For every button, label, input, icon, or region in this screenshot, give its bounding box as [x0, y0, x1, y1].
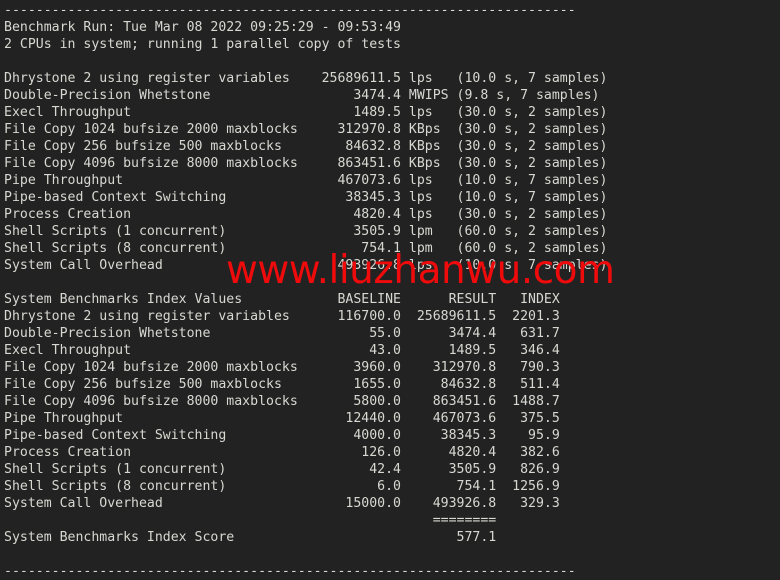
benchmark-result-row: Shell Scripts (1 concurrent) 3505.9 lpm … — [4, 224, 608, 239]
terminal-output: ----------------------------------------… — [0, 0, 780, 579]
benchmark-run-line: Benchmark Run: Tue Mar 08 2022 09:25:29 … — [4, 20, 401, 35]
benchmark-result-row: System Call Overhead 493926.8 lps (10.0 … — [4, 258, 608, 273]
benchmark-result-row: File Copy 256 bufsize 500 maxblocks 8463… — [4, 139, 608, 154]
index-table-row: System Call Overhead 15000.0 493926.8 32… — [4, 496, 560, 511]
index-table-header: System Benchmarks Index Values BASELINE … — [4, 292, 560, 307]
separator-line-bottom: ----------------------------------------… — [4, 564, 576, 579]
index-table-row: Pipe Throughput 12440.0 467073.6 375.5 — [4, 411, 560, 426]
cpu-info-line: 2 CPUs in system; running 1 parallel cop… — [4, 37, 401, 52]
benchmark-result-row: Shell Scripts (8 concurrent) 754.1 lpm (… — [4, 241, 608, 256]
score-rule-line: ======== — [4, 513, 497, 528]
separator-line-top: ----------------------------------------… — [4, 3, 576, 18]
benchmark-result-row: File Copy 1024 bufsize 2000 maxblocks 31… — [4, 122, 608, 137]
index-table-row: Double-Precision Whetstone 55.0 3474.4 6… — [4, 326, 560, 341]
benchmark-result-row: Dhrystone 2 using register variables 256… — [4, 71, 608, 86]
index-table-row: File Copy 4096 bufsize 8000 maxblocks 58… — [4, 394, 560, 409]
benchmark-result-row: Pipe Throughput 467073.6 lps (10.0 s, 7 … — [4, 173, 608, 188]
benchmark-result-row: Execl Throughput 1489.5 lps (30.0 s, 2 s… — [4, 105, 608, 120]
benchmark-result-row: Pipe-based Context Switching 38345.3 lps… — [4, 190, 608, 205]
index-score-line: System Benchmarks Index Score 577.1 — [4, 530, 497, 545]
index-table-row: Pipe-based Context Switching 4000.0 3834… — [4, 428, 560, 443]
index-table-row: Shell Scripts (1 concurrent) 42.4 3505.9… — [4, 462, 560, 477]
benchmark-result-row: File Copy 4096 bufsize 8000 maxblocks 86… — [4, 156, 608, 171]
index-table-row: File Copy 1024 bufsize 2000 maxblocks 39… — [4, 360, 560, 375]
benchmark-result-row: Double-Precision Whetstone 3474.4 MWIPS … — [4, 88, 600, 103]
index-table-row: Dhrystone 2 using register variables 116… — [4, 309, 560, 324]
index-table-row: File Copy 256 bufsize 500 maxblocks 1655… — [4, 377, 560, 392]
index-table-row: Shell Scripts (8 concurrent) 6.0 754.1 1… — [4, 479, 560, 494]
index-table-row: Process Creation 126.0 4820.4 382.6 — [4, 445, 560, 460]
benchmark-result-row: Process Creation 4820.4 lps (30.0 s, 2 s… — [4, 207, 608, 222]
index-table-row: Execl Throughput 43.0 1489.5 346.4 — [4, 343, 560, 358]
